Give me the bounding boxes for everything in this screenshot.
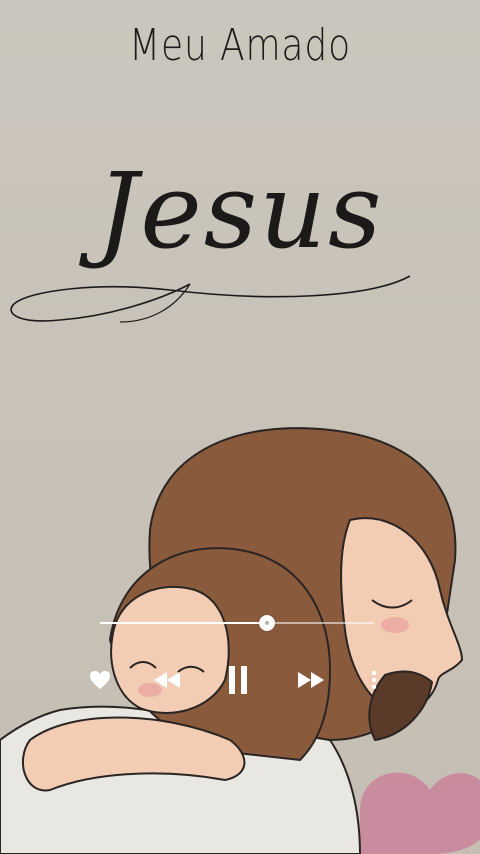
- video-screen: Meu Amado Jesus: [0, 0, 480, 854]
- header-subtitle: Meu Amado: [129, 20, 351, 71]
- fast-forward-button[interactable]: [294, 666, 328, 694]
- more-options-button[interactable]: [364, 666, 384, 694]
- media-player-overlay: [0, 600, 480, 710]
- more-vertical-icon: [371, 670, 377, 690]
- heart-icon: [90, 670, 110, 690]
- title-flourish: [10, 275, 411, 323]
- pause-icon: [229, 666, 247, 694]
- like-button[interactable]: [86, 666, 114, 694]
- seek-bar-thumb[interactable]: [259, 615, 276, 631]
- seek-bar-progress: [100, 622, 268, 624]
- fast-forward-icon: [298, 672, 324, 688]
- rewind-icon: [154, 672, 180, 688]
- seek-thumb-dot: [265, 621, 270, 625]
- pause-button[interactable]: [222, 663, 254, 697]
- rewind-button[interactable]: [150, 666, 184, 694]
- seek-bar[interactable]: [100, 615, 374, 631]
